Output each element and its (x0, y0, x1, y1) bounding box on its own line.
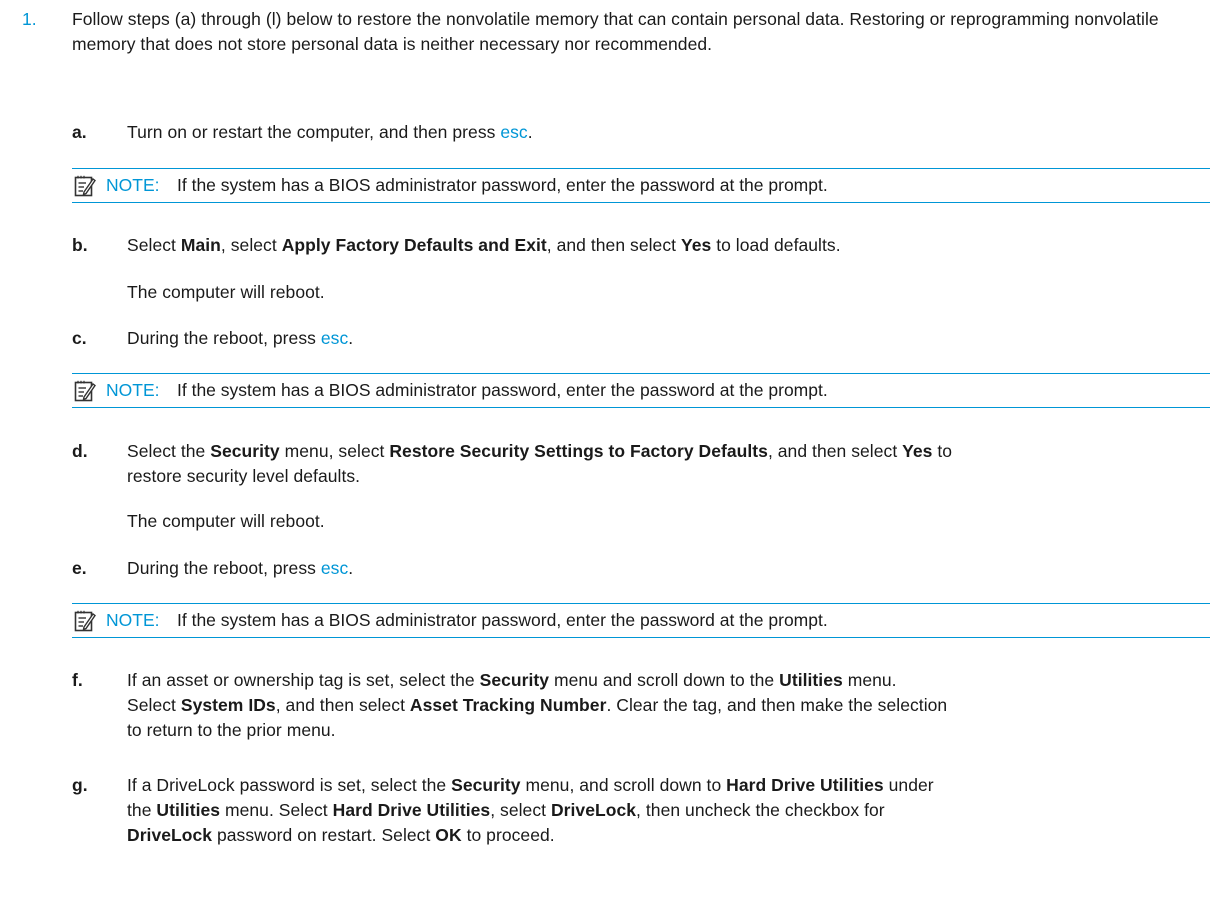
esc-key-link[interactable]: esc (321, 328, 348, 348)
substep-d-part: Select the (127, 441, 211, 461)
menu-apply-factory-defaults: Apply Factory Defaults and Exit (281, 235, 547, 255)
step-intro-text: Follow steps (a) through (l) below to re… (72, 9, 1159, 54)
menu-drivelock: DriveLock (550, 800, 637, 820)
substep-g-part: the (127, 800, 157, 820)
substep-c-part: . (348, 328, 354, 348)
menu-asset-tracking-number: Asset Tracking Number (409, 695, 607, 715)
substep-e-part: During the reboot, press (127, 558, 321, 578)
substep-f-part: menu. (842, 670, 897, 690)
note-text: If the system has a BIOS administrator p… (177, 610, 828, 630)
substep-d-followup: The computer will reboot. (127, 511, 325, 531)
substep-b-part: to load defaults. (711, 235, 841, 255)
menu-security: Security (451, 775, 521, 795)
substep-letter-d: d. (72, 441, 88, 461)
menu-system-ids: System IDs (180, 695, 276, 715)
note-box: NOTE: If the system has a BIOS administr… (72, 603, 1210, 638)
menu-drivelock: DriveLock (127, 825, 213, 845)
note-label: NOTE: (106, 380, 160, 400)
note-text: If the system has a BIOS administrator p… (177, 175, 828, 195)
menu-hard-drive-utilities: Hard Drive Utilities (726, 775, 884, 795)
option-ok: OK (435, 825, 462, 845)
substep-e-text: During the reboot, press esc. (127, 556, 1212, 581)
menu-main: Main (180, 235, 221, 255)
note-label: NOTE: (106, 175, 160, 195)
note-text: If the system has a BIOS administrator p… (177, 380, 828, 400)
substep-g-part: , then uncheck the checkbox for (636, 800, 885, 820)
option-yes: Yes (680, 235, 712, 255)
document-page: 1. Follow steps (a) through (l) below to… (0, 0, 1220, 901)
note-label: NOTE: (106, 610, 160, 630)
substep-g-part: under (883, 775, 934, 795)
substep-letter-e: e. (72, 558, 87, 578)
substep-f-part: Select (127, 695, 181, 715)
substep-d-text: Select the Security menu, select Restore… (127, 439, 1212, 489)
esc-key-link[interactable]: esc (500, 122, 527, 142)
substep-g-part: to proceed. (461, 825, 555, 845)
substep-a-part: . (527, 122, 533, 142)
substep-f-part: to return to the prior menu. (127, 720, 336, 740)
substep-e-part: . (348, 558, 354, 578)
substep-d-part: to (932, 441, 953, 461)
substep-letter-c: c. (72, 328, 87, 348)
substep-d-part: menu, select (279, 441, 390, 461)
substep-b-text: Select Main, select Apply Factory Defaul… (127, 233, 1212, 258)
menu-hard-drive-utilities: Hard Drive Utilities (332, 800, 491, 820)
substep-a-text: Turn on or restart the computer, and the… (127, 120, 1212, 145)
menu-utilities: Utilities (156, 800, 221, 820)
substep-b-part: Select (127, 235, 181, 255)
substep-g-part: If a DriveLock password is set, select t… (127, 775, 452, 795)
note-pencil-icon (74, 175, 96, 197)
substep-d-part: restore security level defaults. (127, 466, 361, 486)
option-yes: Yes (902, 441, 933, 461)
substep-letter-b: b. (72, 235, 88, 255)
substep-f-part: menu and scroll down to the (549, 670, 780, 690)
substep-b-part: , select (220, 235, 282, 255)
substep-g-part: password on restart. Select (212, 825, 436, 845)
substep-g-part: , select (490, 800, 551, 820)
substep-f-text: If an asset or ownership tag is set, sel… (127, 668, 1212, 743)
substep-a-part: Turn on or restart the computer, and the… (127, 122, 501, 142)
menu-security: Security (210, 441, 280, 461)
substep-f-part: If an asset or ownership tag is set, sel… (127, 670, 480, 690)
menu-restore-security-settings: Restore Security Settings to Factory Def… (389, 441, 768, 461)
substep-b-followup: The computer will reboot. (127, 282, 325, 302)
note-box: NOTE: If the system has a BIOS administr… (72, 168, 1210, 203)
menu-security: Security (479, 670, 550, 690)
substep-g-part: menu. Select (220, 800, 333, 820)
substep-d-part: , and then select (767, 441, 903, 461)
note-pencil-icon (74, 610, 96, 632)
step-number: 1. (22, 9, 37, 29)
substep-f-part: , and then select (275, 695, 410, 715)
esc-key-link[interactable]: esc (321, 558, 348, 578)
substep-c-text: During the reboot, press esc. (127, 326, 1212, 351)
substep-letter-a: a. (72, 122, 87, 142)
menu-utilities: Utilities (779, 670, 843, 690)
substep-b-part: , and then select (546, 235, 681, 255)
note-pencil-icon (74, 380, 96, 402)
substep-g-text: If a DriveLock password is set, select t… (127, 773, 1212, 848)
substep-letter-g: g. (72, 775, 88, 795)
substep-letter-f: f. (72, 670, 83, 690)
substep-g-part: menu, and scroll down to (520, 775, 727, 795)
note-box: NOTE: If the system has a BIOS administr… (72, 373, 1210, 408)
substep-f-part: . Clear the tag, and then make the selec… (606, 695, 948, 715)
substep-c-part: During the reboot, press (127, 328, 321, 348)
